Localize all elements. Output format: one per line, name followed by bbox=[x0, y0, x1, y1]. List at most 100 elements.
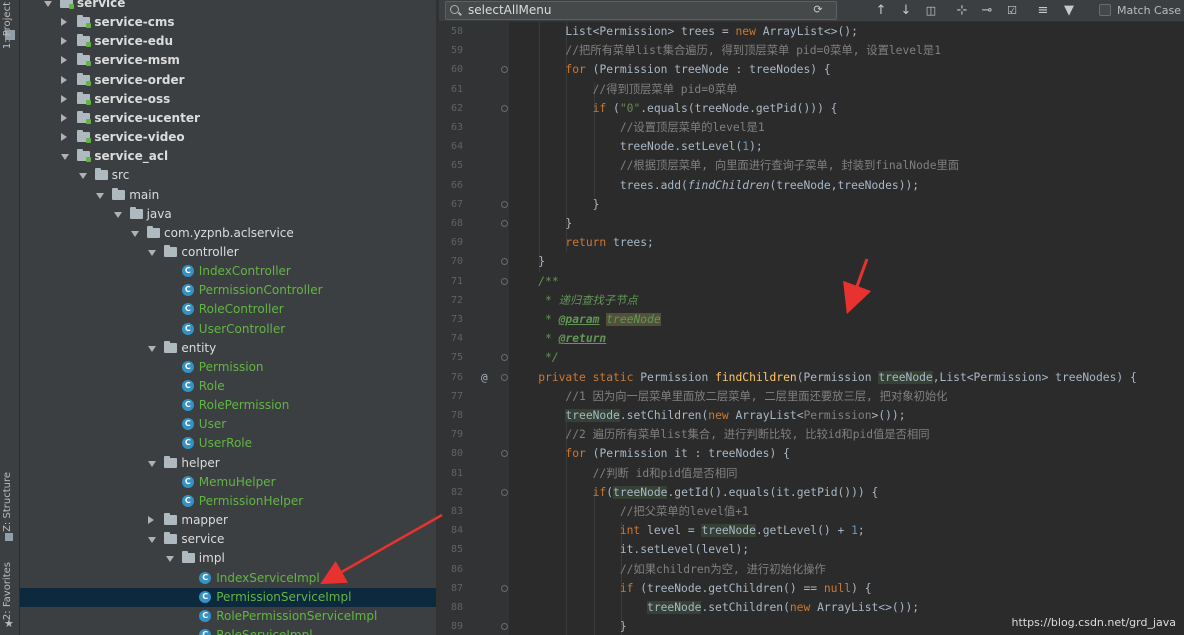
expand-right-icon[interactable] bbox=[61, 37, 68, 46]
filter-icon[interactable]: ▼ bbox=[1061, 3, 1077, 19]
favorites-tab[interactable]: 2: Favorites bbox=[2, 562, 13, 620]
tree-item-label: service-ucenter bbox=[94, 110, 200, 125]
tree-item-class[interactable]: C RolePermission bbox=[20, 396, 436, 415]
expand-right-icon[interactable] bbox=[61, 94, 68, 103]
line-number: 84 bbox=[450, 525, 463, 537]
expand-down-icon[interactable] bbox=[61, 154, 70, 161]
tree-item-class[interactable]: C User bbox=[20, 415, 436, 434]
match-case-option[interactable]: Match Case bbox=[1099, 3, 1181, 19]
tree-item-class[interactable]: C RolePermissionServiceImpl bbox=[20, 607, 436, 626]
search-field[interactable]: ⟳ bbox=[445, 1, 837, 20]
tree-item-class[interactable]: C IndexController bbox=[20, 262, 436, 281]
expand-down-icon[interactable] bbox=[78, 173, 87, 180]
code-token: .getLevel() + bbox=[755, 524, 852, 538]
tree-item-label: service-cms bbox=[94, 15, 175, 30]
code-token: } bbox=[565, 217, 573, 230]
fold-marker-icon[interactable] bbox=[501, 258, 508, 266]
search-input[interactable] bbox=[468, 2, 798, 19]
tree-item-class[interactable]: C RoleServiceImpl bbox=[20, 626, 436, 635]
expand-down-icon[interactable] bbox=[96, 192, 105, 199]
tree-item-folder[interactable]: service_acl bbox=[20, 147, 436, 166]
fold-marker-icon[interactable] bbox=[501, 450, 508, 458]
fold-marker-icon[interactable] bbox=[501, 220, 508, 227]
code-token: ArrayList<>()); bbox=[817, 601, 920, 614]
expand-right-icon[interactable] bbox=[61, 133, 68, 142]
tree-item-folder[interactable]: service-msm bbox=[20, 51, 436, 70]
tree-item-class[interactable]: C UserController bbox=[20, 320, 436, 339]
tree-item-folder[interactable]: main bbox=[20, 186, 436, 205]
override-marker-icon[interactable]: @ bbox=[481, 368, 488, 387]
expand-down-icon[interactable] bbox=[148, 249, 157, 256]
tree-item-class[interactable]: C Role bbox=[20, 377, 436, 396]
multiline-icon[interactable]: ≡ bbox=[1035, 3, 1051, 19]
expand-right-icon[interactable] bbox=[61, 18, 68, 27]
reset-search-icon[interactable]: ⟳ bbox=[810, 2, 826, 18]
expand-down-icon[interactable] bbox=[131, 230, 139, 237]
fold-marker-icon[interactable] bbox=[501, 200, 508, 208]
expand-down-icon[interactable] bbox=[113, 211, 122, 218]
fold-marker-icon[interactable] bbox=[501, 354, 508, 362]
editor-gutter: 58 59 60 61 62 63 64 65 66 67 68 69 70 71 72 73 74 75 76 @7… bbox=[439, 22, 509, 635]
tree-item-folder[interactable]: service-video bbox=[20, 128, 436, 147]
expand-right-icon[interactable] bbox=[61, 56, 68, 65]
fold-marker-icon[interactable] bbox=[501, 488, 508, 496]
tree-item-folder[interactable]: helper bbox=[20, 454, 436, 473]
fold-marker-icon[interactable] bbox=[501, 104, 508, 112]
code-area[interactable]: List<Permission> trees = new ArrayList<>… bbox=[511, 22, 1181, 635]
tree-item-folder[interactable]: java bbox=[20, 205, 436, 224]
toggle-select-icon[interactable]: ☑ bbox=[1004, 3, 1020, 19]
tree-item-class[interactable]: C Permission bbox=[20, 358, 436, 377]
tree-item-folder[interactable]: service-cms bbox=[20, 13, 436, 32]
tree-item-folder[interactable]: service-ucenter bbox=[20, 109, 436, 128]
expand-right-icon[interactable] bbox=[61, 75, 68, 84]
tree-item-class[interactable]: C MemuHelper bbox=[20, 473, 436, 492]
tree-item-folder[interactable]: impl bbox=[20, 549, 436, 568]
tree-item-folder[interactable]: com.yzpnb.aclservice bbox=[20, 224, 436, 243]
expand-right-icon[interactable] bbox=[61, 113, 68, 122]
tree-item-folder[interactable]: mapper bbox=[20, 511, 436, 530]
expand-right-icon[interactable] bbox=[148, 516, 155, 525]
expand-down-icon[interactable] bbox=[148, 537, 157, 544]
add-selection-icon[interactable]: ⊹ bbox=[954, 3, 970, 19]
expand-down-icon[interactable] bbox=[148, 345, 157, 352]
structure-tab[interactable]: Z: Structure bbox=[2, 472, 13, 532]
tree-item-folder[interactable]: controller bbox=[20, 243, 436, 262]
arrow-up-icon[interactable]: ↑ bbox=[873, 3, 889, 19]
tree-item-label: MemuHelper bbox=[198, 474, 276, 489]
tree-item-label: PermissionController bbox=[198, 283, 323, 298]
tree-item-class[interactable]: C PermissionServiceImpl bbox=[20, 587, 436, 607]
project-tab[interactable]: 1: Project bbox=[2, 2, 13, 49]
expand-down-icon[interactable] bbox=[165, 556, 174, 563]
tree-item-folder[interactable]: service-edu bbox=[20, 32, 436, 51]
tree-item-folder[interactable]: src bbox=[20, 166, 436, 185]
fold-marker-icon[interactable] bbox=[501, 623, 508, 631]
tree-item-class[interactable]: C PermissionController bbox=[20, 281, 436, 300]
expand-down-icon[interactable] bbox=[148, 460, 157, 467]
code-editor: ⟳ ↑ ↓ ◫ ⊹ ⊸ ☑ ≡ ▼ Match Case 58 59 60 61 62 6… bbox=[439, 0, 1184, 635]
tree-item-label: RoleController bbox=[198, 302, 284, 317]
arrow-down-icon[interactable]: ↓ bbox=[898, 3, 914, 19]
tree-item-class[interactable]: C UserRole bbox=[20, 434, 436, 453]
fold-marker-icon[interactable] bbox=[501, 373, 508, 381]
tree-item-folder[interactable]: service bbox=[20, 0, 436, 13]
tree-item-folder[interactable]: service-order bbox=[20, 71, 436, 90]
tree-item-folder[interactable]: service bbox=[20, 530, 436, 549]
fold-marker-icon[interactable] bbox=[501, 584, 508, 592]
match-case-checkbox[interactable] bbox=[1099, 4, 1111, 16]
tree-item-class[interactable]: C IndexServiceImpl bbox=[20, 569, 436, 588]
select-all-occurrences-icon[interactable]: ◫ bbox=[923, 3, 939, 19]
tree-item-class[interactable]: C RoleController bbox=[20, 300, 436, 319]
tree-item-label: service bbox=[77, 0, 126, 10]
fold-marker-icon[interactable] bbox=[501, 66, 508, 74]
tree-item-folder[interactable]: service-oss bbox=[20, 90, 436, 109]
expand-down-icon[interactable] bbox=[44, 1, 52, 7]
tree-item-folder[interactable]: entity bbox=[20, 339, 436, 358]
fold-marker-icon[interactable] bbox=[501, 277, 508, 285]
tree-item-class[interactable]: C PermissionHelper bbox=[20, 492, 436, 511]
tree-item-label: User bbox=[198, 417, 227, 432]
project-panel: service service-cms service-edu service-msm… bbox=[20, 0, 436, 635]
module-icon bbox=[60, 0, 74, 9]
remove-selection-icon[interactable]: ⊸ bbox=[979, 3, 995, 19]
